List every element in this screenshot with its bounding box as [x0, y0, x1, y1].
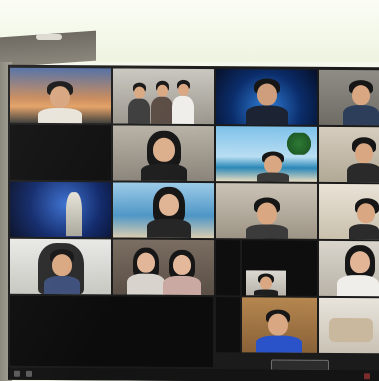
participant-face [178, 83, 189, 96]
video-tile[interactable] [10, 67, 111, 124]
palm-tree [286, 132, 312, 155]
participant-body [246, 105, 288, 125]
participant-face [350, 251, 370, 274]
participant-face [153, 137, 175, 162]
participant-body [38, 107, 82, 124]
participant-face [260, 276, 272, 290]
car-rear [329, 317, 373, 343]
meeting-toolbar [8, 367, 379, 381]
participant-body [151, 96, 173, 124]
participant-body [254, 289, 278, 296]
ceiling-light [36, 34, 62, 40]
video-tile[interactable] [216, 297, 240, 353]
video-tile[interactable] [216, 69, 317, 125]
participant-body [343, 105, 379, 126]
participant-face [134, 86, 145, 99]
participant-body [246, 224, 288, 239]
participant-body [257, 172, 289, 182]
participant-body [141, 163, 187, 181]
video-tile[interactable] [10, 181, 111, 238]
video-tile[interactable] [216, 183, 317, 239]
participant-face [52, 254, 72, 277]
video-tile[interactable] [319, 297, 379, 354]
video-tile[interactable] [113, 182, 214, 239]
participant-body [347, 163, 379, 183]
leave-icon[interactable] [364, 373, 370, 380]
participant-face [137, 252, 155, 273]
participant-face [268, 313, 288, 336]
video-tile[interactable] [113, 125, 214, 182]
participant-face [352, 85, 370, 106]
participant-body [349, 224, 379, 240]
video-icon[interactable] [26, 370, 32, 377]
participant-face [173, 254, 191, 275]
participant-body [337, 275, 379, 297]
participant-face [159, 193, 179, 216]
video-tile[interactable] [242, 240, 317, 296]
statue-figure [66, 192, 82, 237]
video-tile[interactable] [10, 295, 213, 368]
participant-face [157, 84, 168, 97]
participant-face [257, 83, 277, 106]
video-tile[interactable] [113, 68, 214, 125]
participant-body [128, 98, 150, 124]
mute-icon[interactable] [14, 370, 20, 377]
video-conference-screen [8, 64, 379, 381]
video-tile[interactable] [242, 297, 317, 353]
participant-body [163, 275, 201, 296]
participant-face [355, 143, 373, 164]
video-tile[interactable] [319, 240, 379, 297]
participant-face [50, 85, 70, 109]
video-tile[interactable] [10, 238, 111, 295]
participant-body [256, 335, 302, 353]
video-tile[interactable] [216, 240, 240, 296]
video-tile[interactable] [319, 126, 379, 183]
video-tile[interactable] [319, 69, 379, 126]
video-tile[interactable] [10, 124, 111, 181]
participant-face [357, 203, 375, 224]
video-tile[interactable] [113, 239, 214, 296]
participant-body [147, 218, 191, 238]
participant-body [172, 95, 194, 125]
video-tile[interactable] [319, 183, 379, 240]
participant-body [127, 273, 165, 295]
participant-body [44, 275, 80, 295]
participant-face [257, 202, 277, 225]
inset-video [246, 270, 286, 296]
video-tile[interactable] [216, 126, 317, 182]
participant-face [264, 155, 282, 174]
